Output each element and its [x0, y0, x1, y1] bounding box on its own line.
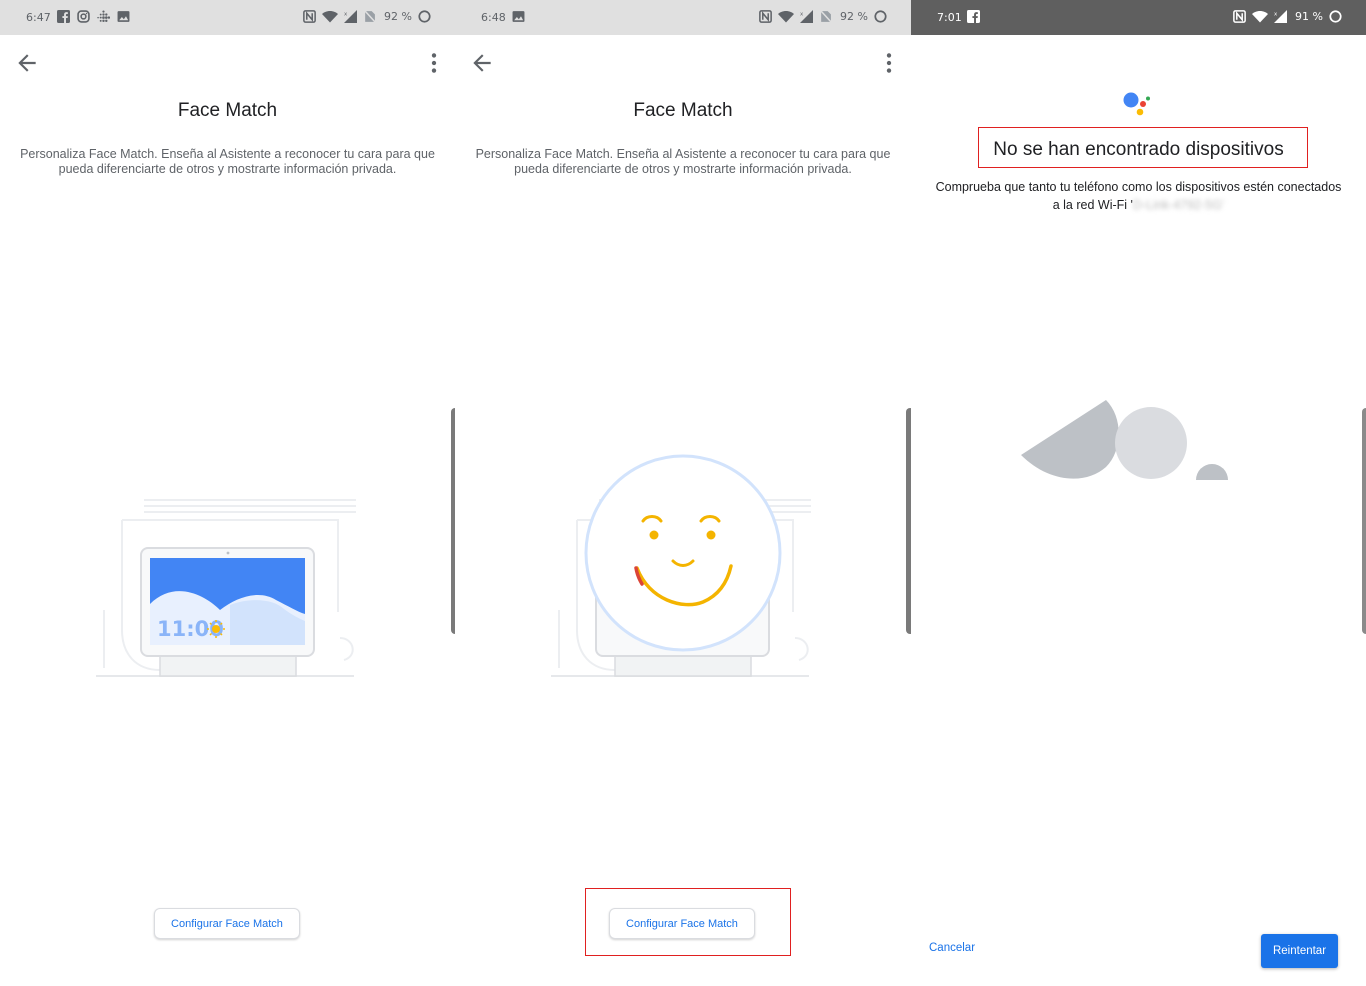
battery-percent: 92 %	[840, 10, 868, 23]
wifi-icon	[1252, 11, 1269, 23]
next-screen-edge	[1362, 408, 1366, 634]
wifi-icon	[778, 11, 795, 23]
more-options-icon[interactable]	[876, 50, 902, 76]
face-match-intro-screen: 6:47 x 92 % Face Match Personaliza Face …	[0, 0, 455, 986]
fitbit-icon	[97, 10, 110, 23]
svg-text:x: x	[800, 11, 804, 17]
status-bar: 6:48 x 92 %	[455, 0, 911, 35]
image-icon	[512, 11, 525, 22]
searching-shapes-illustration	[1021, 400, 1228, 480]
nfc-icon	[303, 10, 316, 23]
description-line-2: a la red Wi-Fi 'D-Link-4792-5G'	[927, 196, 1350, 214]
notification-icons	[967, 10, 980, 23]
google-assistant-icon	[1123, 92, 1150, 116]
signal-icon: x	[800, 10, 814, 23]
system-status-icons: x 91 %	[1233, 10, 1342, 23]
cancel-button[interactable]: Cancelar	[929, 942, 975, 954]
instagram-icon	[77, 10, 90, 23]
image-icon	[117, 11, 130, 22]
page-description: Personaliza Face Match. Enseña al Asiste…	[20, 147, 435, 176]
system-status-icons: x 92 %	[303, 10, 431, 23]
page-title: Face Match	[633, 100, 733, 121]
retry-button[interactable]: Reintentar	[1261, 934, 1338, 968]
description-line-1: Comprueba que tanto tu teléfono como los…	[935, 180, 1342, 194]
smart-display-illustration: 11:00	[96, 499, 356, 677]
battery-ring-icon	[874, 10, 887, 23]
facebook-icon	[57, 10, 70, 23]
notification-icons	[57, 10, 130, 23]
wifi-network-name: D-Link-4792-5G'	[1132, 198, 1225, 212]
battery-percent: 92 %	[384, 10, 412, 23]
configure-face-match-button[interactable]: Configurar Face Match	[154, 908, 300, 939]
battery-ring-icon	[418, 10, 431, 23]
system-status-icons: x 92 %	[759, 10, 887, 23]
status-bar: 6:47 x 92 %	[0, 0, 455, 35]
svg-text:x: x	[1274, 11, 1278, 17]
no-devices-found-screen: 7:01 x 91 % No se han encontrado disposi…	[911, 0, 1366, 986]
more-options-icon[interactable]	[421, 50, 447, 76]
no-sim-icon	[363, 10, 377, 23]
back-arrow-icon[interactable]	[469, 50, 495, 76]
status-time: 7:01	[937, 11, 962, 24]
battery-ring-icon	[1329, 10, 1342, 23]
back-arrow-icon[interactable]	[14, 50, 40, 76]
signal-icon: x	[344, 10, 358, 23]
face-match-scan-screen: 6:48 x 92 % Face Match Personaliza Face …	[455, 0, 911, 986]
status-bar: 7:01 x 91 %	[911, 0, 1366, 35]
no-sim-icon	[819, 10, 833, 23]
nfc-icon	[1233, 10, 1246, 23]
facebook-icon	[967, 10, 980, 23]
face-scan-ring	[584, 454, 782, 652]
signal-icon: x	[1274, 10, 1288, 23]
description-line-2-prefix: a la red Wi-Fi '	[1052, 198, 1133, 212]
page-title: Face Match	[177, 100, 278, 121]
highlight-box	[585, 888, 791, 956]
face-scan-illustration	[551, 454, 811, 677]
notification-icons	[512, 10, 525, 23]
page-description: Personaliza Face Match. Enseña al Asiste…	[475, 147, 891, 176]
nfc-icon	[759, 10, 772, 23]
battery-percent: 91 %	[1295, 10, 1323, 23]
status-time: 6:47	[26, 11, 51, 24]
wifi-icon	[322, 11, 339, 23]
status-time: 6:48	[481, 11, 506, 24]
highlight-box	[978, 127, 1308, 168]
svg-text:x: x	[344, 11, 348, 17]
page-description: Comprueba que tanto tu teléfono como los…	[927, 178, 1350, 214]
